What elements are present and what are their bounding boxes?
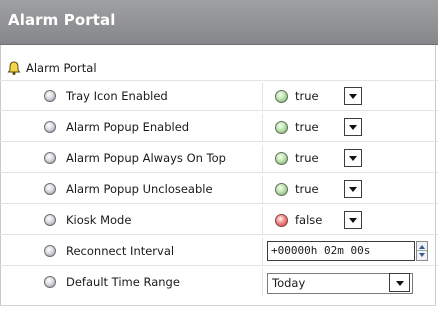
property-label: Reconnect Interval xyxy=(66,244,175,258)
column-divider xyxy=(262,83,263,110)
green-dot-icon xyxy=(275,90,288,103)
column-divider xyxy=(262,114,263,141)
property-icon xyxy=(44,245,56,257)
spin-up-icon[interactable] xyxy=(419,245,425,249)
chevron-down-icon xyxy=(395,280,404,286)
property-value: true xyxy=(295,182,319,196)
property-row-reconnect-interval: Reconnect Interval +00000h 02m 00s xyxy=(0,238,438,266)
property-icon xyxy=(44,276,56,288)
dropdown-button[interactable] xyxy=(344,180,362,198)
property-label: Alarm Popup Uncloseable xyxy=(66,182,213,196)
spinner-divider xyxy=(417,250,427,251)
property-value: true xyxy=(295,89,319,103)
property-icon xyxy=(44,90,56,102)
property-row-tray-icon-enabled: Tray Icon Enabled true xyxy=(0,83,438,111)
column-divider xyxy=(262,238,263,265)
dropdown-button[interactable] xyxy=(344,211,362,229)
tree-root-label: Alarm Portal xyxy=(26,61,97,75)
property-icon xyxy=(44,183,56,195)
property-value: true xyxy=(295,120,319,134)
chevron-down-icon xyxy=(349,187,357,192)
green-dot-icon xyxy=(275,152,288,165)
dropdown-button[interactable] xyxy=(389,273,410,292)
property-row-kiosk-mode: Kiosk Mode false xyxy=(0,207,438,235)
property-value: true xyxy=(295,151,319,165)
property-label: Alarm Popup Enabled xyxy=(66,120,190,134)
red-dot-icon xyxy=(275,214,288,227)
property-icon xyxy=(44,152,56,164)
property-label: Tray Icon Enabled xyxy=(66,89,168,103)
panel-title: Alarm Portal xyxy=(8,11,116,29)
property-icon xyxy=(44,121,56,133)
chevron-down-icon xyxy=(349,125,357,130)
chevron-down-icon xyxy=(349,94,357,99)
chevron-down-icon xyxy=(349,218,357,223)
property-label: Kiosk Mode xyxy=(66,213,132,227)
tree-root-row[interactable]: Alarm Portal xyxy=(0,58,438,78)
column-divider xyxy=(262,145,263,172)
bell-icon xyxy=(7,61,21,75)
spinner-buttons[interactable] xyxy=(416,241,428,261)
green-dot-icon xyxy=(275,121,288,134)
dropdown-button[interactable] xyxy=(344,118,362,136)
property-row-alarm-popup-enabled: Alarm Popup Enabled true xyxy=(0,114,438,142)
property-icon xyxy=(44,214,56,226)
reconnect-interval-field[interactable]: +00000h 02m 00s xyxy=(267,241,415,261)
spin-down-icon[interactable] xyxy=(419,253,425,257)
dropdown-button[interactable] xyxy=(344,149,362,167)
panel-header: Alarm Portal xyxy=(0,0,438,45)
column-divider xyxy=(262,176,263,203)
property-row-alarm-popup-always-on-top: Alarm Popup Always On Top true xyxy=(0,145,438,173)
column-divider xyxy=(262,207,263,234)
divider xyxy=(0,80,438,81)
dropdown-button[interactable] xyxy=(344,87,362,105)
green-dot-icon xyxy=(275,183,288,196)
property-row-default-time-range: Default Time Range Today xyxy=(0,269,438,299)
property-value: false xyxy=(295,213,323,227)
property-label: Alarm Popup Always On Top xyxy=(66,151,226,165)
property-row-alarm-popup-uncloseable: Alarm Popup Uncloseable true xyxy=(0,176,438,204)
column-divider xyxy=(262,269,263,296)
chevron-down-icon xyxy=(349,156,357,161)
property-label: Default Time Range xyxy=(66,275,180,289)
